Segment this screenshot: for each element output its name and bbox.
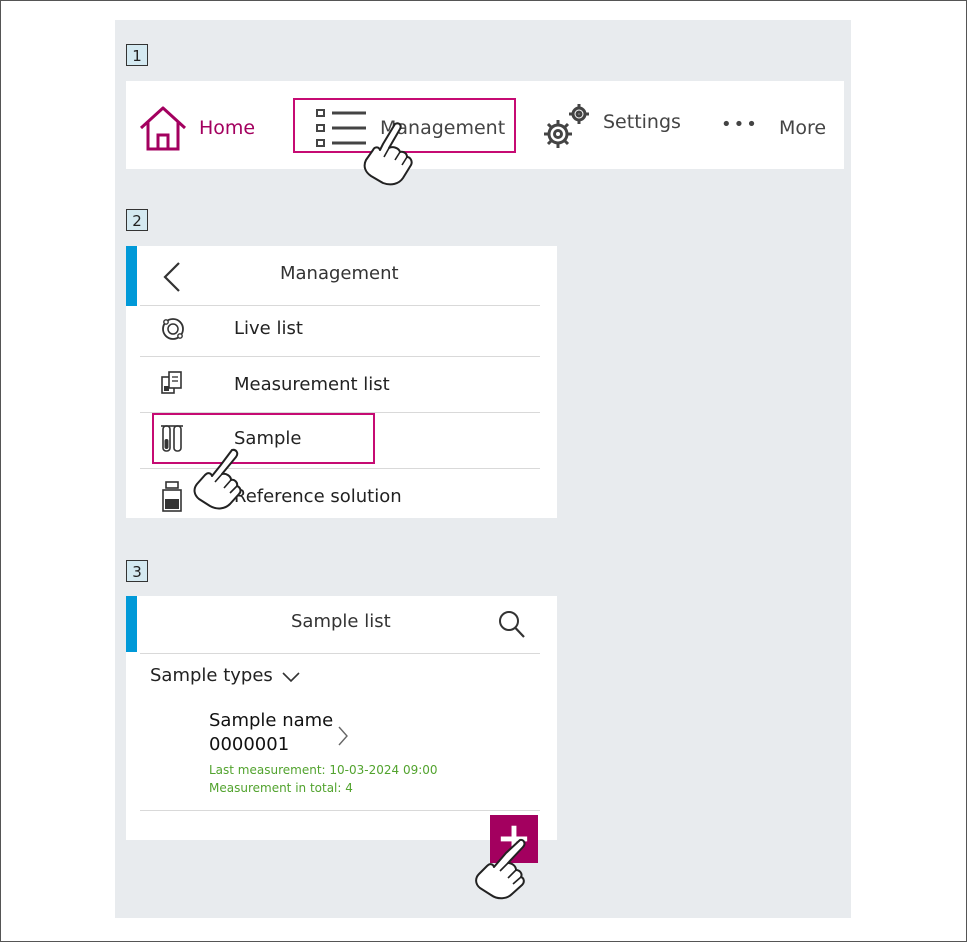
- nav-settings-label: Settings: [603, 111, 681, 133]
- nav-home-label: Home: [199, 117, 256, 139]
- measurement-list-icon: [161, 371, 182, 394]
- menu-divider: [140, 356, 540, 357]
- step-number-2: 2: [126, 209, 148, 231]
- header-divider: [140, 305, 540, 306]
- pointing-hand-icon: [475, 838, 526, 900]
- live-list-icon: [162, 318, 184, 340]
- header-divider: [140, 653, 540, 654]
- menu-item-label: Measurement list: [234, 374, 390, 395]
- back-arrow-icon[interactable]: [160, 260, 184, 294]
- menu-item-label: Reference solution: [234, 486, 402, 507]
- menu-item-label: Live list: [234, 318, 303, 339]
- list-divider: [140, 810, 540, 811]
- chevron-right-icon: [338, 726, 348, 746]
- nav-more-label: More: [779, 117, 827, 139]
- bottle-icon: [162, 481, 182, 512]
- search-icon[interactable]: [498, 609, 526, 639]
- home-icon: [139, 106, 187, 151]
- accent-bar: [126, 596, 137, 652]
- sample-id: 0000001: [209, 734, 290, 755]
- sample-types-label: Sample types: [150, 665, 273, 686]
- sample-name: Sample name: [209, 710, 334, 731]
- gears-icon: [544, 104, 589, 148]
- more-dots-icon: •••: [721, 114, 759, 135]
- test-tube-icon: [161, 425, 183, 452]
- step-number-1: 1: [126, 44, 148, 66]
- last-measurement-text: Last measurement: 10-03-2024 09:00: [209, 763, 438, 777]
- sample-list-screen: [126, 596, 557, 840]
- step-number-3: 3: [126, 560, 148, 582]
- sample-list-title: Sample list: [291, 611, 391, 632]
- accent-bar: [126, 246, 137, 306]
- management-title: Management: [280, 263, 399, 284]
- measurement-total-text: Measurement in total: 4: [209, 781, 353, 795]
- pointing-hand-icon: [363, 122, 413, 186]
- chevron-down-icon: [282, 672, 300, 683]
- pointing-hand-icon: [193, 448, 242, 510]
